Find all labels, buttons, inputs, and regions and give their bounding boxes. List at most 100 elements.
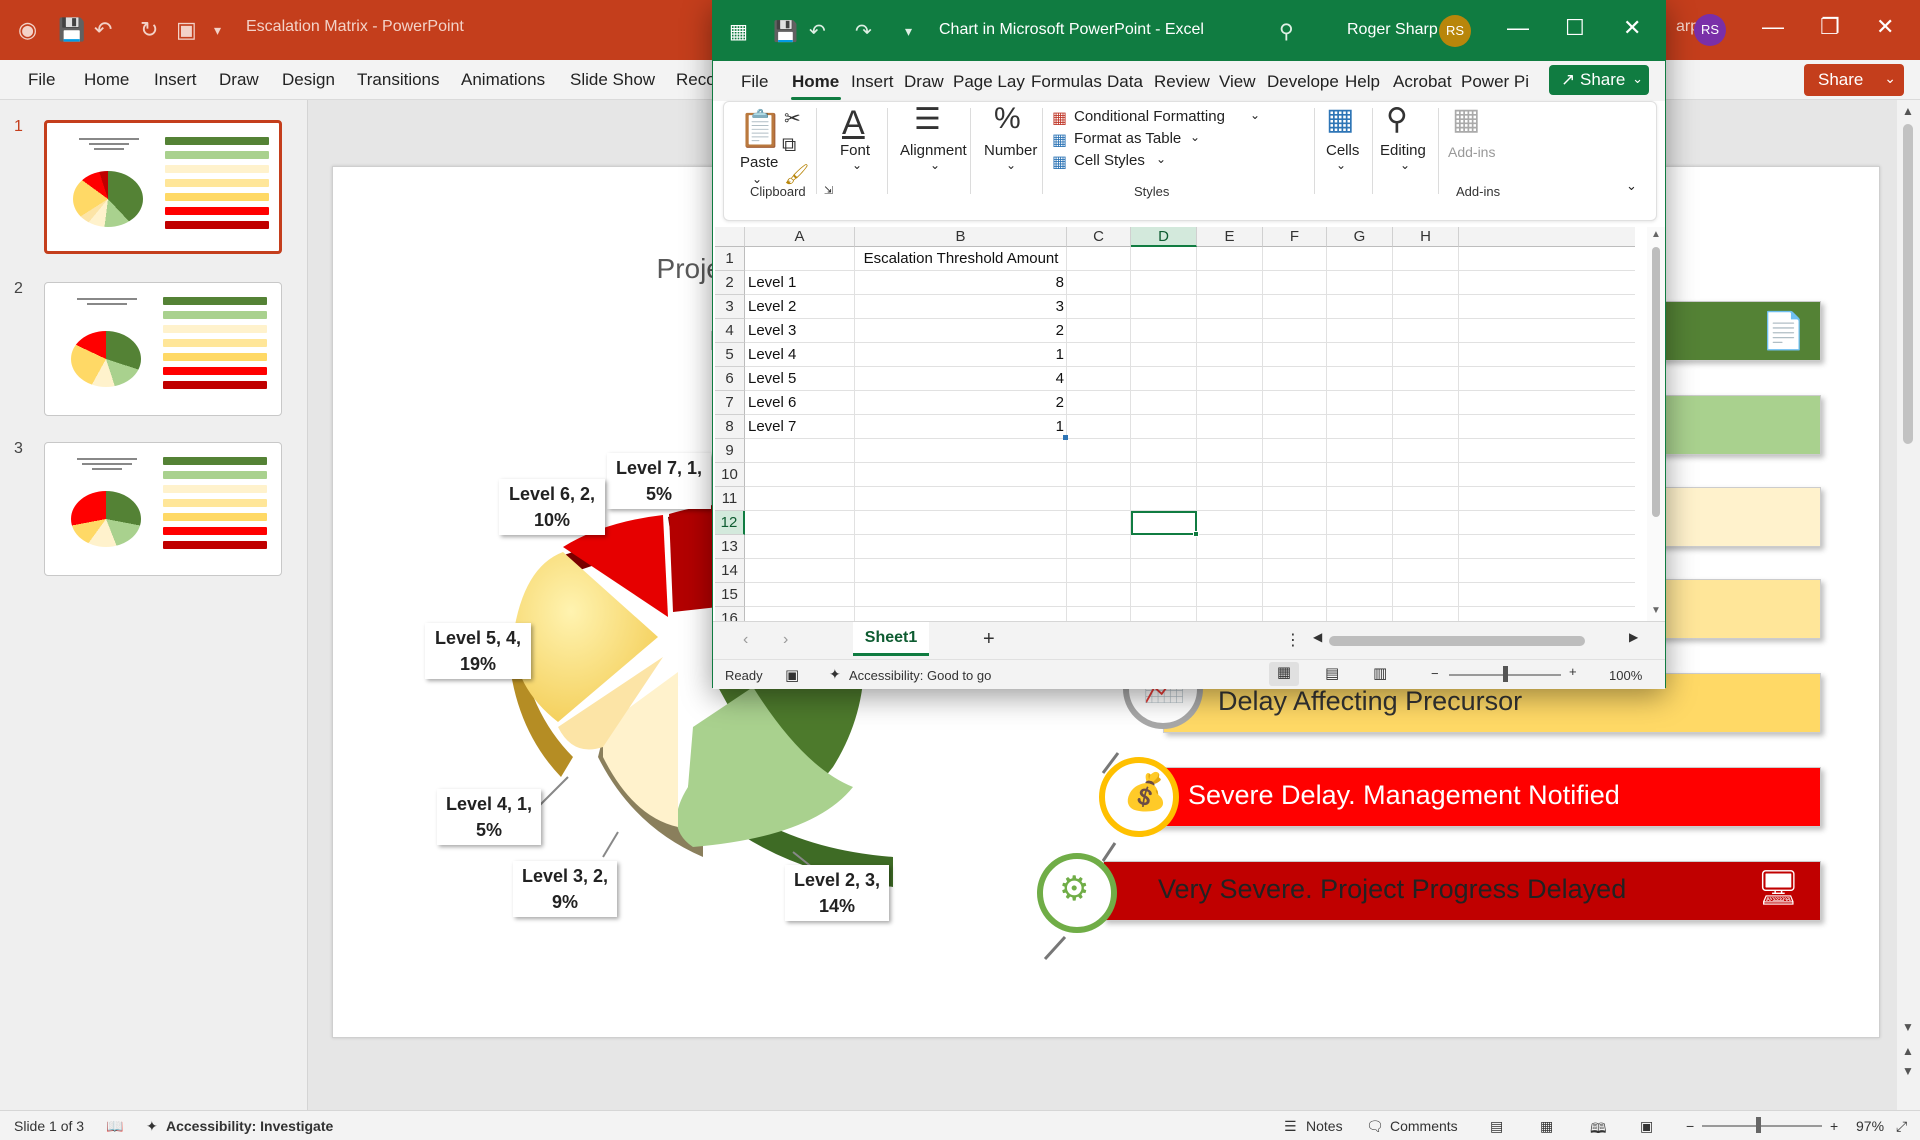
cell-B7[interactable]: 2 (855, 391, 1067, 415)
sheet-tab-sheet1[interactable]: Sheet1 (853, 622, 929, 656)
zoom-out-icon[interactable]: − (1686, 1118, 1694, 1134)
ppt-tab-transitions[interactable]: Transitions (357, 70, 440, 90)
cell-A6[interactable]: Level 5 (745, 367, 855, 391)
chevron-down-icon[interactable]: ⌄ (1190, 130, 1200, 144)
paste-icon[interactable]: 📋 (738, 108, 783, 150)
spreadsheet-grid[interactable]: A B C D E F G H 1 2 3 4 5 6 7 8 9 10 11 … (715, 227, 1635, 621)
xl-tab-developer[interactable]: Develope (1267, 72, 1339, 92)
cell-A2[interactable]: Level 1 (745, 271, 855, 295)
redo-icon[interactable]: ↻ (140, 18, 158, 42)
add-ins-icon[interactable]: ▦ (1452, 102, 1480, 137)
minimize-icon[interactable]: — (1507, 15, 1529, 41)
book-icon[interactable]: 📖 (106, 1118, 123, 1135)
xl-tab-power-pivot[interactable]: Power Pi (1461, 72, 1529, 92)
pie-label-level-4[interactable]: Level 4, 1, 5% (437, 789, 541, 845)
excel-avatar[interactable]: RS (1439, 15, 1471, 47)
ppt-vertical-scrollbar[interactable]: ▲ ▼ ▲ ▼ (1897, 100, 1920, 1110)
previous-slide-icon[interactable]: ▲ (1902, 1044, 1914, 1058)
ppt-tab-animations[interactable]: Animations (461, 70, 545, 90)
cell-A3[interactable]: Level 2 (745, 295, 855, 319)
excel-user-name[interactable]: Roger Sharp (1347, 21, 1438, 39)
zoom-out-icon[interactable]: − (1431, 666, 1439, 681)
alignment-icon[interactable]: ☰ (914, 102, 941, 137)
pie-label-level-2[interactable]: Level 2, 3, 14% (785, 865, 889, 921)
range-resize-handle[interactable] (1063, 435, 1068, 440)
select-all-corner[interactable] (715, 227, 745, 247)
cell-A4[interactable]: Level 3 (745, 319, 855, 343)
page-break-icon[interactable]: ▥ (1373, 664, 1387, 682)
prev-sheet-icon[interactable]: ‹ (743, 631, 748, 649)
column-header[interactable]: G (1327, 227, 1393, 247)
column-header[interactable]: D (1131, 227, 1197, 247)
scroll-down-icon[interactable]: ▼ (1651, 605, 1661, 616)
accessibility-status[interactable]: Accessibility: Good to go (849, 668, 991, 683)
chevron-down-icon[interactable]: ⌄ (1400, 158, 1410, 172)
cell-B8[interactable]: 1 (855, 415, 1067, 439)
xl-tab-help[interactable]: Help (1345, 72, 1380, 92)
scroll-right-icon[interactable]: ▶ (1629, 630, 1638, 644)
next-sheet-icon[interactable]: › (783, 631, 788, 649)
ppt-tab-insert[interactable]: Insert (154, 70, 197, 90)
restore-icon[interactable]: ❐ (1820, 14, 1840, 40)
more-options-icon[interactable]: ⋮ (1285, 630, 1301, 650)
ppt-tab-record[interactable]: Reco (676, 70, 716, 90)
conditional-formatting-icon[interactable]: ▦ (1052, 108, 1067, 128)
present-icon[interactable]: ▣ (176, 18, 197, 42)
accessibility-status[interactable]: Accessibility: Investigate (166, 1118, 333, 1134)
undo-icon[interactable]: ↶ (94, 18, 112, 42)
band-level-1[interactable]: 📄 (1653, 301, 1821, 361)
comments-button[interactable]: Comments (1390, 1118, 1458, 1134)
zoom-in-icon[interactable]: + (1569, 664, 1577, 679)
fill-handle[interactable] (1193, 531, 1199, 537)
page-layout-icon[interactable]: ▤ (1325, 664, 1339, 682)
number-button[interactable]: Number (984, 142, 1037, 159)
format-as-table-button[interactable]: Format as Table (1074, 130, 1181, 147)
scroll-down-icon[interactable]: ▼ (1902, 1020, 1914, 1034)
notes-button[interactable]: Notes (1306, 1118, 1343, 1134)
collapse-ribbon-icon[interactable]: ⌄ (1626, 178, 1637, 194)
ppt-tab-home[interactable]: Home (84, 70, 129, 90)
pie-label-level-3[interactable]: Level 3, 2, 9% (513, 861, 617, 917)
band-level-6[interactable]: Severe Delay. Management Notified (1133, 767, 1821, 827)
chevron-down-icon[interactable]: ⌄ (930, 158, 940, 172)
xl-tab-home[interactable]: Home (792, 72, 839, 92)
ppt-tab-draw[interactable]: Draw (219, 70, 259, 90)
column-header[interactable]: A (745, 227, 855, 247)
ppt-tab-design[interactable]: Design (282, 70, 335, 90)
close-icon[interactable]: ✕ (1623, 15, 1641, 41)
xl-tab-draw[interactable]: Draw (904, 72, 944, 92)
cells-button[interactable]: Cells (1326, 142, 1359, 159)
excel-share-button[interactable]: ↗ Share ⌄ (1549, 65, 1649, 95)
redo-icon[interactable]: ↷ (855, 19, 872, 44)
cell-A7[interactable]: Level 6 (745, 391, 855, 415)
cell-styles-icon[interactable]: ▦ (1052, 152, 1067, 172)
scroll-left-icon[interactable]: ◀ (1313, 630, 1322, 644)
pie-label-level-7[interactable]: Level 7, 1, 5% (607, 453, 711, 509)
zoom-slider-thumb[interactable] (1756, 1117, 1761, 1133)
xl-tab-formulas[interactable]: Formulas (1031, 72, 1102, 92)
xl-tab-acrobat[interactable]: Acrobat (1393, 72, 1452, 92)
slide-sorter-icon[interactable]: ▦ (1540, 1118, 1553, 1135)
reading-view-icon[interactable]: 🕮 (1590, 1118, 1607, 1140)
save-icon[interactable]: 💾 (773, 19, 798, 44)
excel-window[interactable]: ▦ 💾 ↶ ↷ ▾ Chart in Microsoft PowerPoint … (712, 0, 1666, 689)
xl-tab-insert[interactable]: Insert (851, 72, 894, 92)
close-icon[interactable]: ✕ (1876, 14, 1894, 40)
cell-B2[interactable]: 8 (855, 271, 1067, 295)
macro-record-icon[interactable]: ▣ (785, 666, 799, 684)
chevron-down-icon[interactable]: ⌄ (1006, 158, 1016, 172)
add-sheet-icon[interactable]: + (983, 628, 995, 651)
undo-icon[interactable]: ↶ (809, 19, 826, 44)
cells-icon[interactable]: ▦ (1326, 102, 1354, 137)
zoom-in-icon[interactable]: + (1830, 1118, 1838, 1134)
comments-icon[interactable]: 🗨 (1366, 1118, 1384, 1135)
copy-icon[interactable]: ⧉ (782, 134, 796, 157)
font-button[interactable]: Font (840, 142, 870, 159)
scroll-thumb[interactable] (1903, 124, 1913, 444)
xl-tab-review[interactable]: Review (1154, 72, 1210, 92)
chevron-down-icon[interactable]: ⌄ (1336, 158, 1346, 172)
cell-B1[interactable]: Escalation Threshold Amount (855, 247, 1067, 271)
ppt-tab-slideshow[interactable]: Slide Show (570, 70, 655, 90)
normal-view-icon[interactable]: ▤ (1490, 1118, 1503, 1135)
column-header[interactable]: E (1197, 227, 1263, 247)
